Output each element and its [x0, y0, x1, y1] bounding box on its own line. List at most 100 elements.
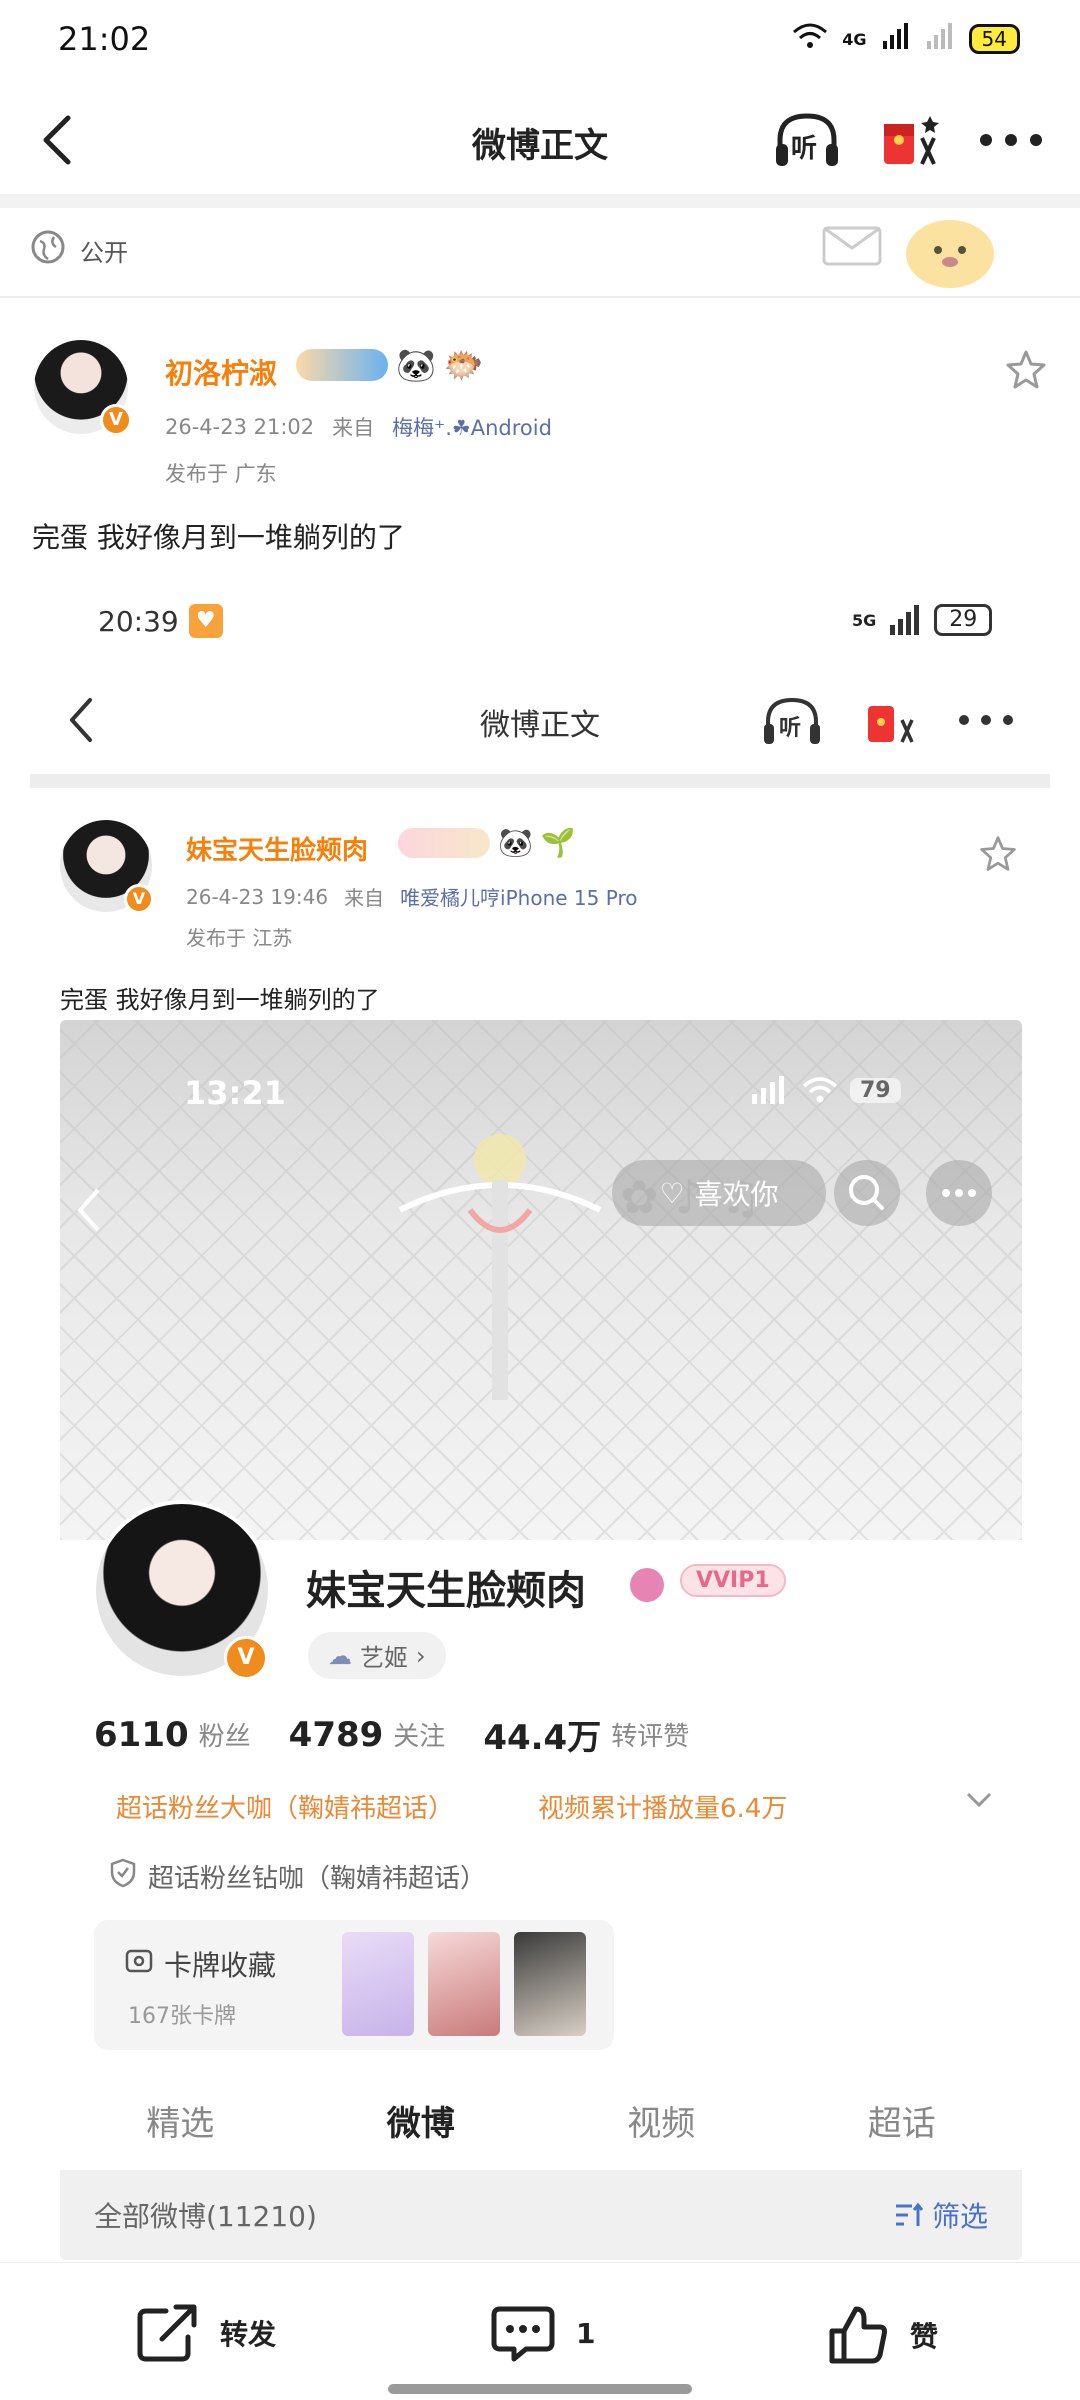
embedded-star-icon	[978, 834, 1018, 878]
embedded-source-prefix: 来自	[344, 886, 385, 910]
decoration-sticker	[820, 206, 1010, 296]
profile-tabs: 精选 微博 视频 超话	[60, 2080, 1022, 2160]
pufferfish-icon: 🐡	[443, 346, 484, 384]
likes-count: 44.4万	[483, 1718, 602, 1758]
tab-weibo[interactable]: 微博	[387, 2096, 455, 2145]
profile-stats: 6110 粉丝 4789 关注 44.4万 转评赞	[94, 1710, 689, 1759]
status-icons: 4G 54	[792, 22, 1020, 56]
signal-icon	[881, 23, 911, 55]
shield-icon	[110, 1858, 136, 1895]
card-collection[interactable]: 卡牌收藏 167张卡牌	[94, 1920, 614, 2050]
follow-stat[interactable]: 4789 关注	[289, 1715, 446, 1755]
embedded-status-icons: 5G 29	[852, 604, 993, 636]
fans-label: 粉丝	[198, 1722, 251, 1752]
card-thumbnail	[342, 1932, 414, 2036]
network-label: 4G	[842, 29, 867, 49]
profile-name: 妹宝天生脸颊肉	[306, 1568, 586, 1614]
embedded-red-packet-icon	[862, 690, 926, 758]
embedded-author-name: 妹宝天生脸颊肉	[186, 836, 369, 866]
card-thumbnails	[342, 1932, 586, 2036]
embedded-listen-label: 听	[779, 716, 802, 741]
filter-button[interactable]: 筛选	[894, 2195, 988, 2235]
post-text: 完蛋 我好像月到一堆躺列的了	[32, 521, 405, 554]
verified-badge-icon: V	[100, 404, 132, 436]
visibility-row: 公开	[30, 210, 128, 290]
profile-screenshot[interactable]: ✿ ♪ ♫ 13:21 79 ♡ 喜欢你 V 妹宝天生脸颊肉 VVIP1 ☁ 艺…	[60, 1020, 1022, 2260]
fans-stat[interactable]: 6110 粉丝	[94, 1715, 251, 1755]
tab-featured[interactable]: 精选	[146, 2096, 214, 2145]
super-fan-tag[interactable]: 超话粉丝大咖（鞠婧祎超话）	[116, 1788, 454, 1825]
vip-badge: VVIP1	[680, 1564, 786, 1597]
post-location: 发布于 广东	[165, 462, 277, 486]
red-packet-icon[interactable]	[878, 106, 948, 176]
thumbs-up-icon	[829, 2306, 887, 2364]
cloud-icon: ☁	[328, 1641, 352, 1670]
super-topic-icon	[630, 1568, 664, 1602]
divider	[0, 296, 1080, 298]
profile-more-icon[interactable]	[926, 1160, 992, 1226]
comment-icon	[491, 2306, 555, 2362]
like-you-label: 喜欢你	[694, 1178, 779, 1211]
diamond-fan-row: 超话粉丝钻咖（鞠婧祎超话）	[110, 1858, 486, 1895]
like-button[interactable]: 赞	[826, 2303, 938, 2367]
embedded-post-text: 完蛋 我好像月到一堆躺列的了	[60, 986, 380, 1014]
visibility-label: 公开	[80, 238, 128, 267]
chevron-right-icon: ›	[416, 1641, 426, 1670]
rose-sword-decoration	[340, 1120, 660, 1420]
tab-super-topic[interactable]: 超话	[868, 2096, 936, 2145]
video-plays-tag[interactable]: 视频累计播放量6.4万	[538, 1788, 787, 1825]
panda-icon: 🐼	[396, 346, 436, 384]
embedded-more-icon	[956, 712, 1016, 732]
battery-icon: 79	[850, 1077, 901, 1103]
repost-button[interactable]: 转发	[136, 2303, 276, 2363]
wifi-icon	[792, 22, 828, 56]
share-icon	[137, 2304, 197, 2362]
card-thumbnail	[428, 1932, 500, 2036]
embedded-time-text: 20:39	[98, 604, 179, 638]
signal-icon-2	[925, 23, 955, 55]
profile-search-icon[interactable]	[834, 1160, 900, 1226]
favorite-star-icon[interactable]	[1004, 348, 1048, 396]
tab-video[interactable]: 视频	[627, 2096, 695, 2145]
badge-icon	[398, 827, 490, 858]
card-icon	[124, 1946, 154, 1983]
repost-label: 转发	[220, 2318, 277, 2351]
embedded-post-meta: 26-4-23 19:46 来自 唯爱橘儿哼iPhone 15 Pro	[186, 882, 637, 911]
embedded-date: 26-4-23 19:46	[186, 884, 329, 909]
author-badges: 🐼 🐡	[296, 346, 484, 384]
hand-heart-icon: ♡	[659, 1176, 685, 1210]
embedded-location: 发布于 江苏	[186, 926, 293, 950]
like-you-button[interactable]: ♡ 喜欢你	[612, 1160, 826, 1226]
battery-icon: 54	[968, 24, 1020, 54]
status-bar: 21:02 4G 54	[0, 0, 1080, 80]
globe-icon	[30, 229, 66, 271]
fans-count: 6110	[94, 1714, 189, 1755]
post-meta: 26-4-23 21:02 来自 梅梅⁺.☘Android	[165, 412, 552, 442]
card-collection-title-row: 卡牌收藏	[124, 1944, 276, 1984]
author-name[interactable]: 初洛柠淑	[165, 352, 277, 392]
more-icon[interactable]	[976, 130, 1046, 150]
all-posts-label: 全部微博(11210)	[94, 2200, 317, 2233]
likes-stat[interactable]: 44.4万 转评赞	[483, 1710, 689, 1759]
card-thumbnail	[514, 1932, 586, 2036]
panda-icon: 🐼	[498, 826, 533, 859]
post-source[interactable]: 梅梅⁺.☘Android	[392, 412, 552, 442]
comment-button[interactable]: 1	[490, 2303, 595, 2363]
home-indicator[interactable]	[388, 2384, 692, 2394]
profile-tag[interactable]: ☁ 艺姬 ›	[308, 1632, 446, 1679]
embedded-author-badges: 🐼 🌱	[398, 826, 576, 859]
profile-back-icon[interactable]	[68, 1180, 108, 1244]
likes-label: 转评赞	[611, 1722, 690, 1752]
sprout-icon: 🌱	[540, 826, 576, 859]
listen-icon[interactable]: 听	[772, 106, 842, 176]
comment-count: 1	[576, 2316, 596, 2350]
filter-label: 筛选	[931, 2200, 988, 2233]
network-label: 5G	[852, 610, 877, 630]
follow-label: 关注	[393, 1722, 446, 1752]
embedded-status-time: 20:39 ♥	[98, 604, 223, 638]
heart-badge-icon: ♥	[188, 604, 223, 638]
profile-status-time: 13:21	[184, 1074, 286, 1112]
profile-status-icons: 79	[750, 1076, 901, 1104]
follow-count: 4789	[288, 1714, 384, 1755]
chevron-down-icon[interactable]	[964, 1790, 994, 1814]
